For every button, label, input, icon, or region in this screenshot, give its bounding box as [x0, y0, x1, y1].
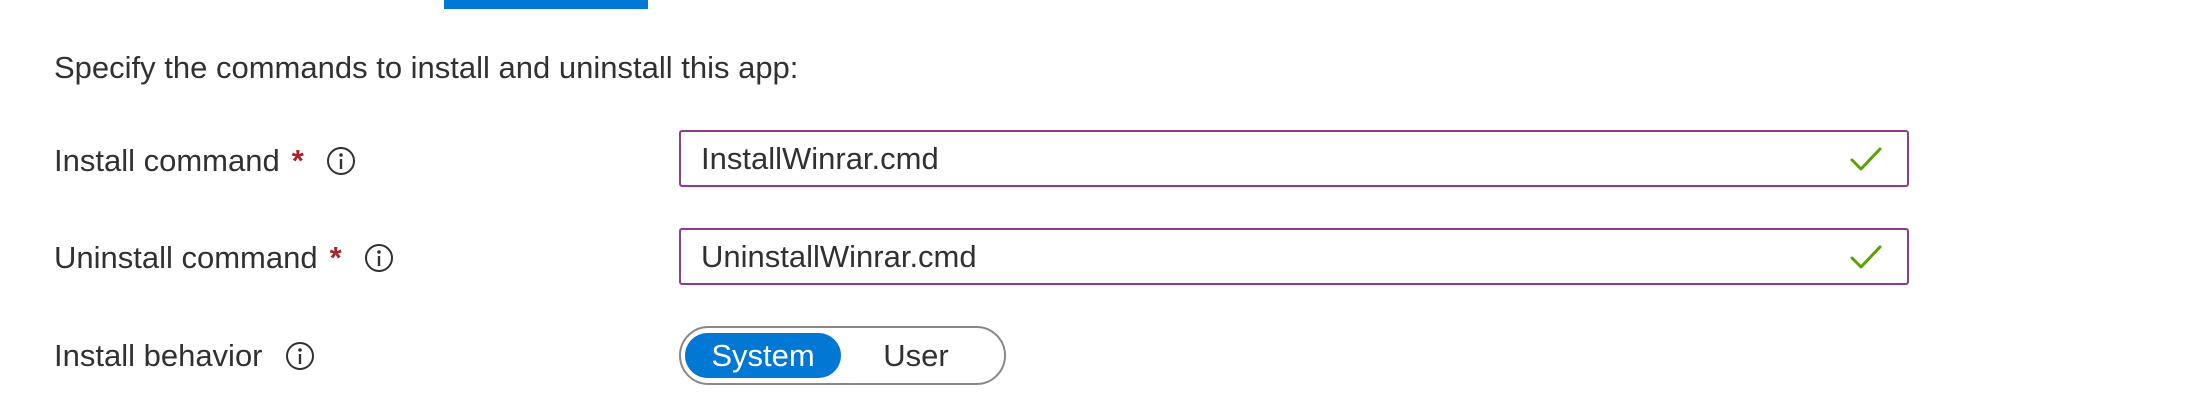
app-information-page: Specify the commands to install and unin… — [0, 0, 2196, 412]
install-command-row: Install command * — [54, 131, 356, 191]
install-command-value[interactable]: InstallWinrar.cmd — [681, 141, 1849, 177]
install-behavior-toggle: System User — [679, 326, 1006, 385]
check-icon — [1849, 142, 1883, 176]
install-behavior-row: Install behavior — [54, 326, 315, 386]
info-icon[interactable] — [285, 341, 315, 371]
install-command-input[interactable]: InstallWinrar.cmd — [679, 130, 1909, 187]
uninstall-command-row: Uninstall command * — [54, 228, 394, 288]
toggle-option-system[interactable]: System — [685, 333, 841, 378]
uninstall-command-input[interactable]: UninstallWinrar.cmd — [679, 228, 1909, 285]
required-marker: * — [291, 143, 304, 178]
toggle-option-user[interactable]: User — [841, 333, 991, 378]
info-icon[interactable] — [364, 243, 394, 273]
uninstall-command-value[interactable]: UninstallWinrar.cmd — [681, 239, 1849, 275]
info-icon[interactable] — [326, 146, 356, 176]
required-marker: * — [329, 240, 342, 275]
section-description: Specify the commands to install and unin… — [54, 50, 799, 85]
install-behavior-label: Install behavior — [54, 338, 263, 373]
install-command-label: Install command — [54, 143, 280, 178]
active-tab-indicator — [444, 0, 648, 9]
uninstall-command-label: Uninstall command — [54, 240, 318, 275]
check-icon — [1849, 240, 1883, 274]
